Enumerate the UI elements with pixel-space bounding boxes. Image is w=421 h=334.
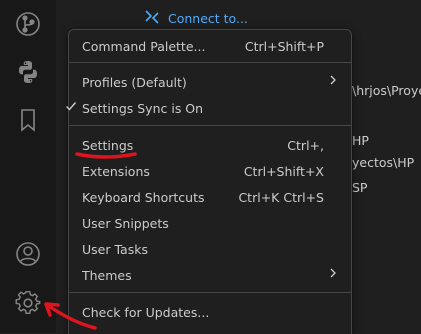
menu-item-shortcut: Ctrl+Shift+P	[244, 39, 324, 54]
menu-item-settings[interactable]: Settings Ctrl+,	[69, 132, 351, 158]
menu-item-check-for-updates[interactable]: Check for Updates...	[69, 299, 351, 325]
activity-bar	[0, 0, 56, 333]
menu-item-label: Keyboard Shortcuts	[82, 190, 205, 205]
menu-item-keyboard-shortcuts[interactable]: Keyboard Shortcuts Ctrl+K Ctrl+S	[69, 184, 351, 210]
background-path-text: \hrjos\Proye	[352, 83, 421, 98]
menu-item-command-palette[interactable]: Command Palette... Ctrl+Shift+P	[69, 33, 351, 59]
background-path-text: SP	[352, 180, 368, 195]
menu-item-label: User Tasks	[82, 242, 148, 257]
menu-item-label: Settings Sync is On	[82, 101, 204, 116]
menu-item-label: Profiles (Default)	[82, 75, 187, 90]
menu-item-user-tasks[interactable]: User Tasks	[69, 236, 351, 262]
menu-separator	[69, 125, 351, 126]
python-icon[interactable]	[14, 58, 42, 86]
menu-item-label: Extensions	[82, 164, 150, 179]
menu-item-extensions[interactable]: Extensions Ctrl+Shift+X	[69, 158, 351, 184]
menu-item-profiles[interactable]: Profiles (Default)	[69, 69, 351, 95]
menu-item-shortcut: Ctrl+K Ctrl+S	[238, 190, 324, 205]
manage-menu: Command Palette... Ctrl+Shift+P Profiles…	[66, 29, 352, 334]
connect-to-label: Connect to...	[168, 11, 248, 26]
remote-connect-icon	[144, 9, 160, 25]
menu-item-label: Command Palette...	[82, 39, 206, 54]
menu-item-label: Settings	[82, 138, 134, 153]
menu-item-user-snippets[interactable]: User Snippets	[69, 210, 351, 236]
menu-item-themes[interactable]: Themes	[69, 262, 351, 288]
manage-gear-icon[interactable]	[14, 289, 42, 317]
menu-item-settings-sync[interactable]: Settings Sync is On	[66, 95, 351, 121]
menu-separator	[69, 62, 351, 63]
account-icon[interactable]	[14, 240, 42, 268]
chevron-right-icon	[327, 266, 339, 280]
menu-item-label: Themes	[82, 268, 132, 283]
background-path-text: HP	[352, 133, 369, 148]
menu-item-shortcut: Ctrl+,	[287, 138, 324, 153]
menu-separator	[69, 292, 351, 293]
source-control-graph-icon[interactable]	[14, 10, 42, 38]
menu-item-label: Check for Updates...	[82, 305, 210, 320]
chevron-right-icon	[327, 73, 339, 87]
check-icon	[65, 100, 77, 115]
bookmark-icon[interactable]	[14, 106, 42, 134]
menu-item-label: User Snippets	[82, 216, 169, 231]
background-path-text: yectos\HP	[352, 155, 415, 170]
menu-item-shortcut: Ctrl+Shift+X	[243, 164, 324, 179]
